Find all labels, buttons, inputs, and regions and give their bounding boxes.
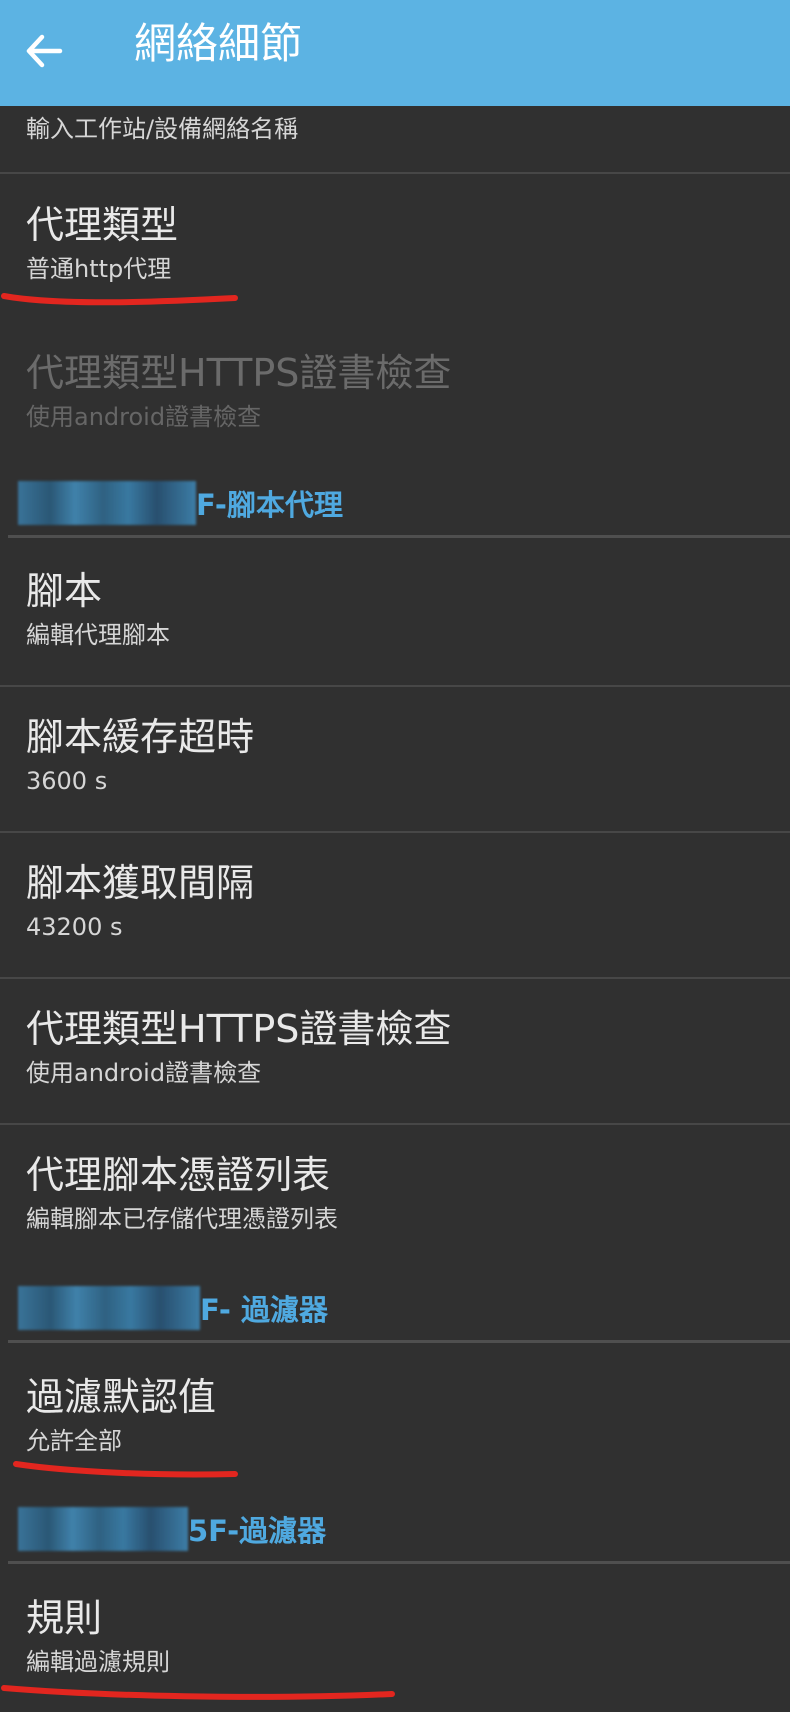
divider	[0, 1123, 790, 1125]
item-subtitle: 編輯腳本已存儲代理憑證列表	[26, 1205, 338, 1233]
section-header-filter-2: 5F-過濾器	[0, 1504, 790, 1554]
item-title: 過濾默認值	[26, 1375, 217, 1419]
item-title: 腳本獲取間隔	[26, 861, 255, 905]
app-bar: 網絡細節	[0, 0, 790, 106]
list-item-credential-list[interactable]: 代理腳本憑證列表 編輯腳本已存儲代理憑證列表	[0, 1150, 790, 1236]
divider	[0, 977, 790, 979]
red-underline-annotation	[13, 1461, 238, 1478]
list-item-filter-default[interactable]: 過濾默認值 允許全部	[0, 1372, 790, 1458]
red-underline-annotation	[1, 1685, 395, 1700]
list-item-network-name[interactable]: 輸入工作站/設備網絡名稱	[0, 110, 790, 146]
red-underline-annotation	[1, 293, 238, 306]
item-subtitle: 使用android證書檢查	[26, 403, 262, 431]
item-subtitle: 輸入工作站/設備網絡名稱	[26, 115, 299, 143]
item-title: 代理類型HTTPS證書檢查	[26, 351, 452, 395]
section-header-script-proxy: F-腳本代理	[0, 478, 790, 528]
back-button[interactable]	[8, 15, 80, 87]
item-title: 腳本	[26, 569, 103, 613]
divider	[0, 172, 790, 174]
redacted-blur	[18, 481, 196, 525]
section-label: 5F-過濾器	[188, 1514, 327, 1548]
list-item-script-cache-timeout[interactable]: 腳本緩存超時 3600 s	[0, 712, 790, 798]
redacted-blur	[18, 1507, 188, 1551]
list-item-rules[interactable]: 規則 編輯過濾規則	[0, 1593, 790, 1679]
section-divider	[8, 1340, 790, 1343]
section-label: F-腳本代理	[196, 488, 343, 522]
divider	[0, 685, 790, 687]
item-title: 代理腳本憑證列表	[26, 1153, 331, 1197]
item-subtitle: 編輯代理腳本	[26, 621, 170, 649]
item-title: 規則	[26, 1596, 103, 1640]
redacted-blur	[18, 1286, 200, 1330]
item-subtitle: 編輯過濾規則	[26, 1648, 170, 1676]
item-subtitle: 使用android證書檢查	[26, 1059, 262, 1087]
item-subtitle: 3600 s	[26, 767, 108, 795]
item-title: 代理類型HTTPS證書檢查	[26, 1007, 452, 1051]
section-header-filter: F- 過濾器	[0, 1283, 790, 1333]
list-item-https-check[interactable]: 代理類型HTTPS證書檢查 使用android證書檢查	[0, 1004, 790, 1090]
list-item-script-fetch-interval[interactable]: 腳本獲取間隔 43200 s	[0, 858, 790, 944]
arrow-left-icon	[26, 34, 63, 68]
section-divider	[8, 1561, 790, 1564]
divider	[0, 831, 790, 833]
item-subtitle: 43200 s	[26, 913, 123, 941]
list-item-https-check-disabled: 代理類型HTTPS證書檢查 使用android證書檢查	[0, 348, 790, 434]
item-title: 腳本緩存超時	[26, 715, 255, 759]
page-title: 網絡細節	[134, 19, 303, 68]
item-subtitle: 普通http代理	[26, 255, 172, 283]
section-divider	[8, 535, 790, 538]
item-subtitle: 允許全部	[26, 1427, 122, 1455]
item-title: 代理類型	[26, 203, 179, 247]
list-item-proxy-type[interactable]: 代理類型 普通http代理	[0, 200, 790, 286]
section-label: F- 過濾器	[200, 1293, 329, 1327]
list-item-script[interactable]: 腳本 編輯代理腳本	[0, 566, 790, 652]
